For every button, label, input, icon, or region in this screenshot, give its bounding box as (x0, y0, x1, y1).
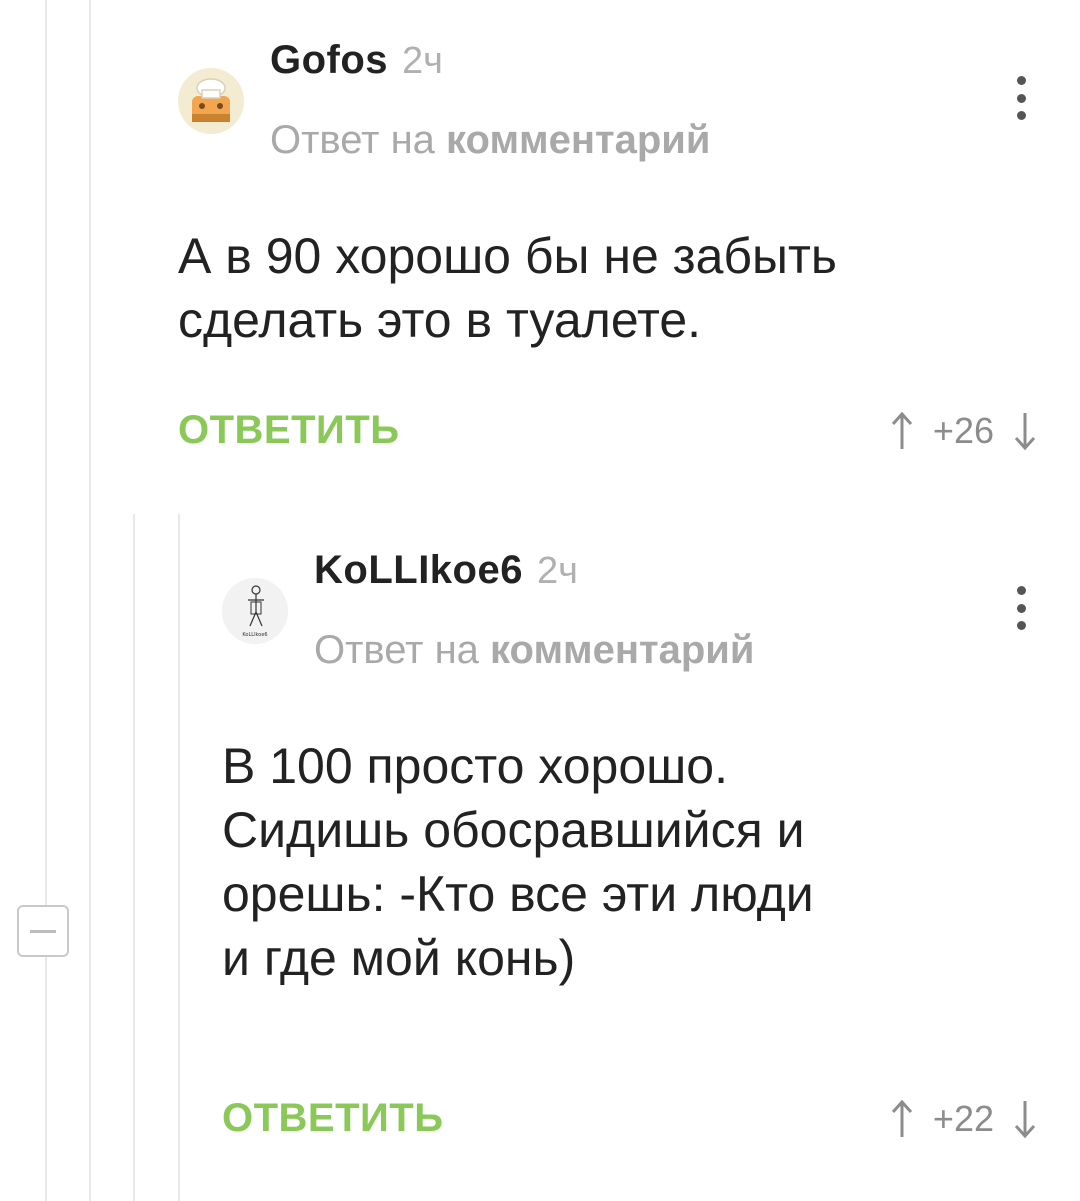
reply-button[interactable]: ОТВЕТИТЬ (178, 408, 399, 453)
author-name[interactable]: Gofos (270, 38, 388, 83)
comment-meta: Gofos 2ч Ответ на комментарий (270, 38, 710, 163)
more-options-button[interactable] (1006, 586, 1036, 630)
comment-text-line: и где мой конь) (222, 930, 576, 986)
comment-text: А в 90 хорошо бы не забыть сделать это в… (178, 224, 1040, 352)
reply-to-link[interactable]: комментарий (446, 118, 710, 162)
author-name[interactable]: KoLLIkoe6 (314, 548, 523, 593)
reply-to-prefix: Ответ на (314, 628, 479, 672)
more-options-button[interactable] (1006, 76, 1036, 120)
dot-icon (1016, 603, 1026, 613)
reply-to-label: Ответ на комментарий (314, 628, 754, 673)
reply-to-link[interactable]: комментарий (490, 628, 754, 672)
dot-icon (1016, 111, 1026, 120)
upvote-arrow-icon[interactable] (887, 409, 917, 453)
comment-footer: ОТВЕТИТЬ +26 (178, 408, 1040, 453)
upvote-arrow-icon[interactable] (887, 1097, 917, 1141)
downvote-arrow-icon[interactable] (1010, 409, 1040, 453)
vote-controls: +26 (887, 409, 1040, 453)
comment-footer: ОТВЕТИТЬ +22 (222, 1096, 1040, 1141)
comment-text-line: А в 90 хорошо бы не забыть (178, 228, 837, 284)
vote-controls: +22 (887, 1097, 1040, 1141)
reply-to-prefix: Ответ на (270, 118, 435, 162)
user-avatar[interactable]: KoLLIkoe6 (222, 578, 288, 644)
comment-time: 2ч (402, 40, 443, 82)
rating-count: +22 (932, 1097, 994, 1139)
comment-text-line: В 100 просто хорошо. (222, 738, 728, 794)
comment-meta: KoLLIkoe6 2ч Ответ на комментарий (314, 548, 754, 673)
comment-text-line: орешь: -Кто все эти люди (222, 866, 814, 922)
reply-button[interactable]: ОТВЕТИТЬ (222, 1096, 443, 1141)
user-avatar[interactable] (178, 68, 244, 134)
thread-line (45, 0, 47, 1201)
downvote-arrow-icon[interactable] (1010, 1097, 1040, 1141)
comment-text-line: сделать это в туалете. (178, 292, 702, 348)
thread-line (133, 514, 135, 1201)
thread-line (178, 514, 180, 1201)
comment-text: В 100 просто хорошо. Сидишь обосравшийся… (222, 734, 1040, 990)
avatar-caption: KoLLIkoe6 (242, 632, 267, 638)
thread-line (89, 0, 91, 1201)
chef-hat-toaster-icon (178, 68, 244, 134)
comment-thread: Gofos 2ч Ответ на комментарий А в 90 хор… (0, 0, 1080, 1201)
minus-icon (30, 929, 56, 933)
dot-icon (1016, 621, 1026, 630)
dot-icon (1016, 76, 1026, 85)
dot-icon (1016, 586, 1026, 595)
comment-time: 2ч (536, 550, 578, 592)
sketch-figure-icon: KoLLIkoe6 (222, 578, 288, 644)
collapse-thread-button[interactable] (17, 905, 69, 957)
comment-text-line: Сидишь обосравшийся и (222, 802, 805, 858)
dot-icon (1016, 93, 1026, 103)
reply-to-label: Ответ на комментарий (270, 118, 710, 163)
rating-count: +26 (932, 409, 994, 451)
